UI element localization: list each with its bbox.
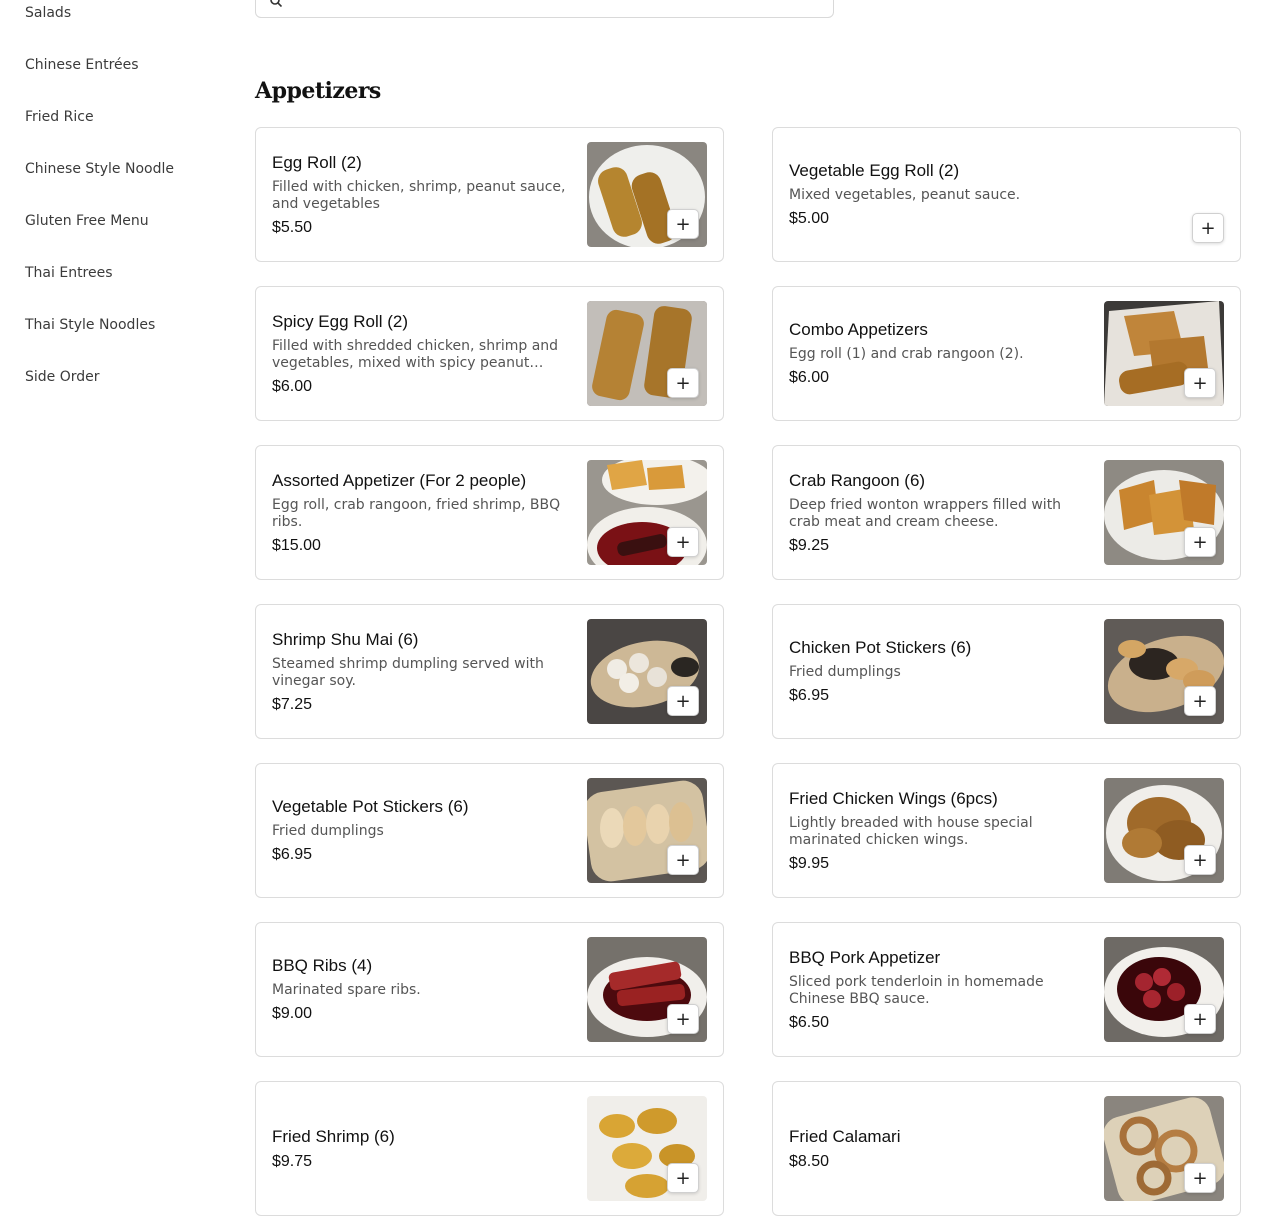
menu-item-card[interactable]: Assorted Appetizer (For 2 people) Egg ro… <box>255 445 724 580</box>
sidebar-item-chinese-style-noodle[interactable]: Chinese Style Noodle <box>25 161 174 177</box>
item-photo: + <box>587 142 707 247</box>
item-photo: + <box>1104 619 1224 724</box>
item-description: Egg roll (1) and crab rangoon (2). <box>789 346 1024 362</box>
menu-item-card[interactable]: Chicken Pot Stickers (6) Fried dumplings… <box>772 604 1241 739</box>
search-icon <box>270 0 282 7</box>
item-name: Egg Roll (2) <box>272 152 362 172</box>
add-item-button[interactable]: + <box>667 209 699 239</box>
sidebar-item-fried-rice[interactable]: Fried Rice <box>25 109 94 125</box>
item-description: Steamed shrimp dumpling served with vine… <box>272 655 544 689</box>
menu-item-card[interactable]: Fried Calamari $8.50 + <box>772 1081 1241 1216</box>
item-name: Vegetable Pot Stickers (6) <box>272 797 469 816</box>
item-price: $6.00 <box>272 377 313 395</box>
menu-item-card[interactable]: Spicy Egg Roll (2) Filled with shredded … <box>255 286 724 421</box>
item-name: Combo Appetizers <box>789 320 928 339</box>
item-description: Filled with shredded chicken, shrimp and… <box>272 337 559 371</box>
item-photo: + <box>587 778 707 883</box>
item-description: Lightly breaded with house special marin… <box>789 814 1033 848</box>
item-price: $5.00 <box>789 210 830 227</box>
menu-item-card[interactable]: Crab Rangoon (6) Deep fried wonton wrapp… <box>772 445 1241 580</box>
item-name: Shrimp Shu Mai (6) <box>272 629 419 649</box>
item-photo: + <box>1104 1096 1224 1201</box>
item-price: $9.95 <box>789 854 830 872</box>
item-name: Chicken Pot Stickers (6) <box>789 638 972 657</box>
sidebar-item-salads[interactable]: Salads <box>25 5 71 21</box>
item-description: Deep fried wonton wrappers filled with c… <box>789 496 1062 530</box>
item-photo: + <box>1104 937 1224 1042</box>
item-name: Assorted Appetizer (For 2 people) <box>272 470 527 490</box>
item-description: Fried dumplings <box>789 664 901 680</box>
add-item-button[interactable]: + <box>667 368 699 398</box>
add-item-button[interactable]: + <box>1184 1163 1216 1193</box>
add-item-button[interactable]: + <box>1184 686 1216 716</box>
item-price: $6.95 <box>789 687 830 704</box>
item-price: $9.00 <box>272 1005 313 1022</box>
add-item-button[interactable]: + <box>1192 213 1224 243</box>
add-item-button[interactable]: + <box>1184 368 1216 398</box>
item-photo: + <box>587 460 707 565</box>
search-input[interactable] <box>255 0 834 18</box>
item-description: Filled with chicken, shrimp, peanut sauc… <box>272 178 566 212</box>
add-item-button[interactable]: + <box>667 527 699 557</box>
add-item-button[interactable]: + <box>1184 845 1216 875</box>
item-price: $8.50 <box>789 1152 830 1170</box>
menu-item-card[interactable]: Egg Roll (2) Filled with chicken, shrimp… <box>255 127 724 262</box>
menu-item-card[interactable]: BBQ Pork Appetizer Sliced pork tenderloi… <box>772 922 1241 1057</box>
item-name: Spicy Egg Roll (2) <box>272 311 409 331</box>
sidebar-item-thai-entrees[interactable]: Thai Entrees <box>25 265 113 281</box>
item-photo: + <box>1104 460 1224 565</box>
item-description: Sliced pork tenderloin in homemade Chine… <box>789 973 1044 1007</box>
menu-item-card[interactable]: BBQ Ribs (4) Marinated spare ribs. $9.00… <box>255 922 724 1057</box>
item-photo: + <box>1104 778 1224 883</box>
menu-item-card[interactable]: Vegetable Pot Stickers (6) Fried dumplin… <box>255 763 724 898</box>
item-price: $7.25 <box>272 695 313 713</box>
add-item-button[interactable]: + <box>667 1163 699 1193</box>
item-photo: + <box>587 937 707 1042</box>
menu-item-card[interactable]: Shrimp Shu Mai (6) Steamed shrimp dumpli… <box>255 604 724 739</box>
menu-item-card[interactable]: Combo Appetizers Egg roll (1) and crab r… <box>772 286 1241 421</box>
menu-item-grid: Egg Roll (2) Filled with chicken, shrimp… <box>255 127 1241 1216</box>
menu-item-card[interactable]: Fried Chicken Wings (6pcs) Lightly bread… <box>772 763 1241 898</box>
item-price: $6.50 <box>789 1013 830 1031</box>
menu-item-card[interactable]: Fried Shrimp (6) $9.75 + <box>255 1081 724 1216</box>
sidebar-item-chinese-entrees[interactable]: Chinese Entrées <box>25 57 139 73</box>
item-name: Fried Calamari <box>789 1126 901 1146</box>
menu-item-card[interactable]: Vegetable Egg Roll (2) Mixed vegetables,… <box>772 127 1241 262</box>
sidebar-item-gluten-free-menu[interactable]: Gluten Free Menu <box>25 213 149 229</box>
sidebar-item-thai-style-noodles[interactable]: Thai Style Noodles <box>25 317 155 333</box>
item-price: $6.00 <box>789 369 830 386</box>
item-name: Vegetable Egg Roll (2) <box>789 161 960 180</box>
item-photo: + <box>587 301 707 406</box>
item-name: Fried Chicken Wings (6pcs) <box>789 788 998 808</box>
item-description: Fried dumplings <box>272 823 384 839</box>
item-price: $5.50 <box>272 218 313 236</box>
add-item-button[interactable]: + <box>667 1004 699 1034</box>
item-price: $15.00 <box>272 536 321 554</box>
item-name: Fried Shrimp (6) <box>272 1126 395 1146</box>
item-price: $9.75 <box>272 1152 313 1170</box>
item-name: BBQ Pork Appetizer <box>789 947 941 967</box>
item-price: $6.95 <box>272 846 313 863</box>
item-name: Crab Rangoon (6) <box>789 470 926 490</box>
item-price: $9.25 <box>789 536 830 554</box>
item-description: Mixed vegetables, peanut sauce. <box>789 187 1021 203</box>
item-description: Marinated spare ribs. <box>272 982 421 998</box>
item-description: Egg roll, crab rangoon, fried shrimp, BB… <box>272 496 561 530</box>
item-photo: + <box>1104 301 1224 406</box>
item-name: BBQ Ribs (4) <box>272 956 373 975</box>
add-item-button[interactable]: + <box>667 686 699 716</box>
sidebar-item-side-order[interactable]: Side Order <box>25 369 100 385</box>
item-photo: + <box>587 1096 707 1201</box>
add-item-button[interactable]: + <box>667 845 699 875</box>
section-title: Appetizers <box>255 78 381 104</box>
add-item-button[interactable]: + <box>1184 527 1216 557</box>
item-photo: + <box>587 619 707 724</box>
add-item-button[interactable]: + <box>1184 1004 1216 1034</box>
